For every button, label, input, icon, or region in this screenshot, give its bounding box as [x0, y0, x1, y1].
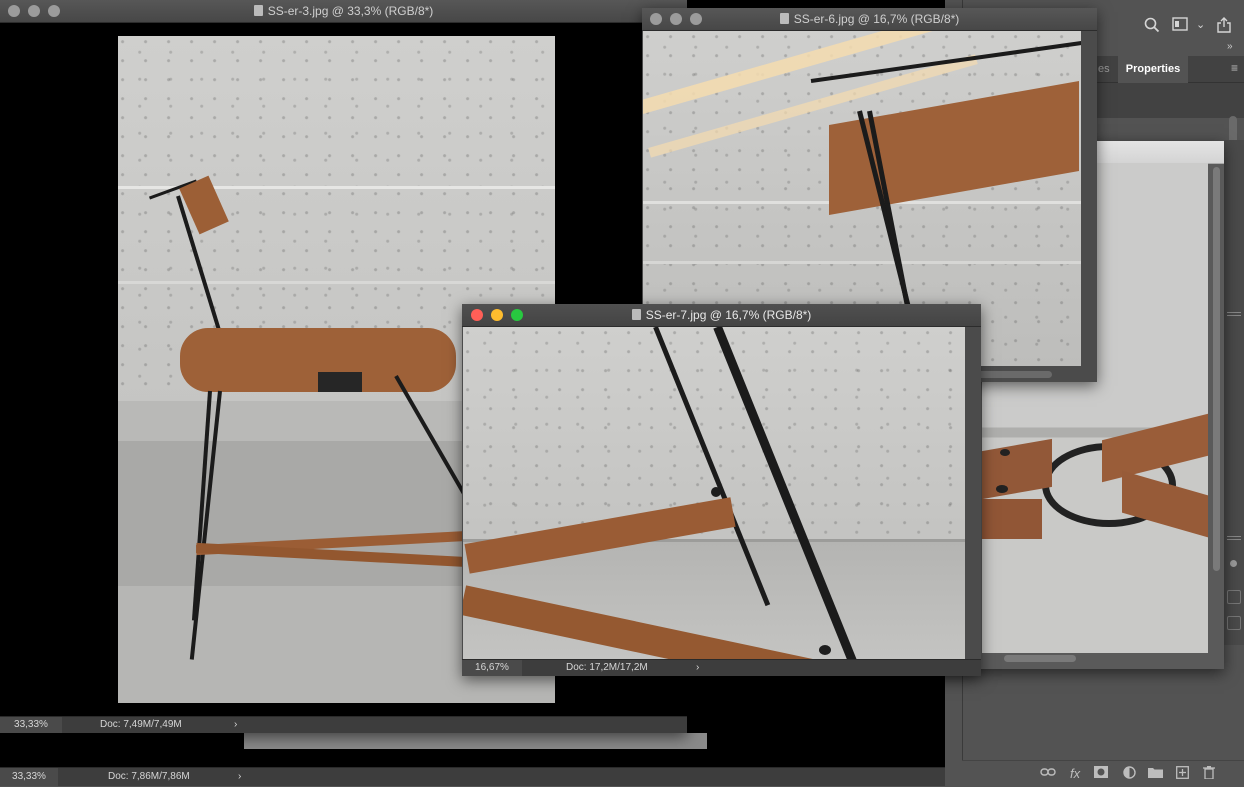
adjustment-layer-icon[interactable]: [1123, 766, 1136, 782]
close-button[interactable]: [8, 5, 20, 17]
collapsed-panel-strip: [1224, 140, 1244, 645]
search-icon[interactable]: [1144, 17, 1160, 37]
stair-band: [118, 281, 555, 284]
window-title: SS-er-6.jpg @ 16,7% (RGB/8*): [793, 12, 960, 26]
window-title-bar[interactable]: SS-er-7.jpg @ 16,7% (RGB/8*): [462, 304, 981, 327]
close-button[interactable]: [471, 309, 483, 321]
rivet-icon: [996, 485, 1008, 493]
group-folder-icon[interactable]: [1148, 766, 1163, 781]
status-bar: 33,33% Doc: 7,49M/7,49M ›: [0, 716, 687, 733]
status-menu-chevron-icon[interactable]: ›: [234, 717, 237, 733]
chevron-down-icon[interactable]: ⌄: [1196, 17, 1205, 33]
window-title-bar[interactable]: SS-er-6.jpg @ 16,7% (RGB/8*): [642, 8, 1097, 31]
canvas-gap: [244, 733, 707, 749]
document-size: Doc: 7,49M/7,49M: [100, 719, 182, 730]
status-menu-chevron-icon[interactable]: ›: [696, 660, 699, 676]
minimize-button[interactable]: [28, 5, 40, 17]
horizontal-scrollbar[interactable]: [1004, 655, 1076, 662]
minimize-button[interactable]: [491, 309, 503, 321]
status-menu-chevron-icon[interactable]: ›: [238, 768, 241, 786]
document-size: Doc: 17,2M/17,2M: [566, 662, 648, 673]
strip-dot-icon[interactable]: [1230, 560, 1237, 567]
panel-menu-icon[interactable]: ≡: [1231, 61, 1238, 75]
status-bar: 16,67% Doc: 17,2M/17,2M ›: [462, 659, 981, 676]
fx-icon[interactable]: fx: [1070, 766, 1080, 781]
close-button[interactable]: [650, 13, 662, 25]
zoom-level[interactable]: 16,67%: [462, 660, 522, 676]
workspace-icon[interactable]: [1172, 17, 1188, 35]
document-icon: [779, 13, 789, 24]
new-layer-icon[interactable]: [1176, 766, 1189, 782]
strip-box-icon[interactable]: [1227, 616, 1241, 630]
document-size: Doc: 7,86M/7,86M: [108, 771, 190, 782]
zoom-button[interactable]: [690, 13, 702, 25]
rivet-icon: [819, 645, 831, 655]
status-bar: 33,33% Doc: 7,86M/7,86M ›: [0, 767, 945, 786]
document-icon: [631, 309, 641, 320]
app-top-bar: ⌄: [1096, 0, 1244, 50]
minimize-button[interactable]: [670, 13, 682, 25]
zoom-level[interactable]: 33,33%: [0, 717, 62, 733]
strip-box-icon[interactable]: [1227, 590, 1241, 604]
document-icon: [253, 5, 263, 16]
panel-tab-bar: es Properties ≡: [1096, 56, 1244, 83]
strip-separator: [1227, 312, 1241, 316]
tab-hidden[interactable]: es: [1096, 56, 1120, 82]
zoom-level[interactable]: 33,33%: [0, 768, 58, 786]
zoom-button[interactable]: [48, 5, 60, 17]
strip-separator: [1227, 536, 1241, 540]
window-title: SS-er-3.jpg @ 33,3% (RGB/8*): [267, 4, 434, 18]
link-layers-icon[interactable]: [1040, 766, 1056, 781]
add-mask-icon[interactable]: [1094, 766, 1108, 781]
window-title: SS-er-7.jpg @ 16,7% (RGB/8*): [645, 308, 812, 322]
tab-properties[interactable]: Properties: [1118, 56, 1188, 83]
expand-panels-icon[interactable]: »: [1227, 41, 1233, 52]
rivet-icon: [1000, 449, 1010, 456]
vertical-scrollbar[interactable]: [1213, 167, 1220, 571]
rivet-icon: [711, 487, 721, 497]
seat-band: [318, 372, 362, 392]
properties-panel-body: [1096, 83, 1244, 118]
zoom-button[interactable]: [511, 309, 523, 321]
share-icon[interactable]: [1216, 17, 1232, 37]
image-leg-strap-closeup: [463, 327, 965, 660]
leather-tab: [982, 499, 1042, 539]
stair-band: [643, 261, 1081, 264]
delete-icon[interactable]: [1203, 766, 1215, 782]
window-title-bar[interactable]: SS-er-3.jpg @ 33,3% (RGB/8*): [0, 0, 687, 23]
layers-bottom-toolbar: fx: [962, 760, 1244, 787]
document-window-er7[interactable]: SS-er-7.jpg @ 16,7% (RGB/8*) 16,67% Doc:…: [462, 304, 981, 676]
